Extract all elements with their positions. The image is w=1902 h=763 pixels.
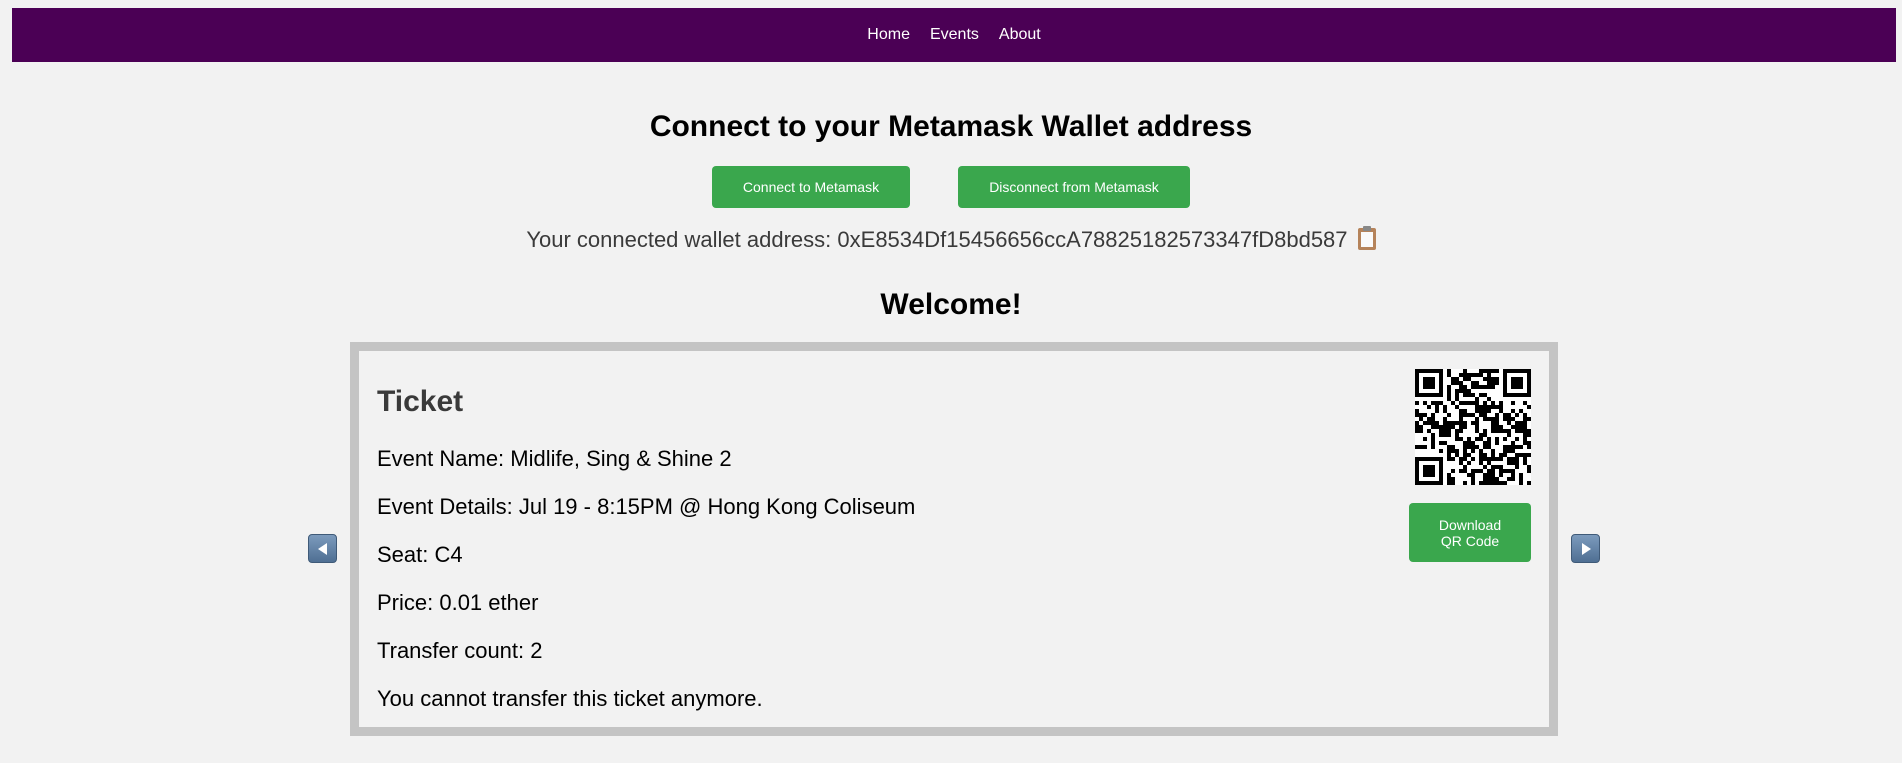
ticket-transfer-count: Transfer count: 2	[377, 638, 543, 663]
arrow-left-icon	[317, 542, 327, 555]
ticket-card: Ticket Event Name: Midlife, Sing & Shine…	[350, 342, 1558, 736]
ticket-event-name: Event Name: Midlife, Sing & Shine 2	[377, 446, 732, 471]
ticket-qr-code	[1415, 369, 1531, 485]
download-qr-button[interactable]: Download QR Code	[1409, 503, 1531, 562]
ticket-event-details: Event Details: Jul 19 - 8:15PM @ Hong Ko…	[377, 494, 916, 519]
wallet-address-value: 0xE8534Df15456656ccA78825182573347fD8bd5…	[837, 227, 1348, 252]
arrow-right-icon	[1581, 542, 1591, 555]
previous-ticket-button[interactable]	[308, 534, 337, 563]
download-qr-label-line2: QR Code	[1440, 532, 1500, 549]
wallet-address-line: Your connected wallet address: 0xE8534Df…	[0, 226, 1902, 253]
ticket-transfer-note: You cannot transfer this ticket anymore.	[377, 686, 763, 711]
nav-home-link[interactable]: Home	[867, 26, 910, 44]
top-navbar: Home Events About	[12, 8, 1896, 62]
next-ticket-button[interactable]	[1571, 534, 1600, 563]
welcome-heading: Welcome!	[880, 288, 1022, 321]
download-qr-label-line1: Download	[1438, 516, 1502, 533]
nav-about-link[interactable]: About	[999, 26, 1041, 44]
connect-metamask-button[interactable]: Connect to Metamask	[712, 166, 910, 208]
wallet-button-row: Connect to Metamask Disconnect from Meta…	[0, 166, 1902, 208]
clipboard-icon[interactable]	[1357, 226, 1376, 250]
ticket-seat: Seat: C4	[377, 542, 463, 567]
ticket-title: Ticket	[377, 385, 464, 418]
connect-title: Connect to your Metamask Wallet address	[649, 110, 1253, 143]
disconnect-metamask-button[interactable]: Disconnect from Metamask	[958, 166, 1190, 208]
ticket-price: Price: 0.01 ether	[377, 590, 539, 615]
nav-events-link[interactable]: Events	[930, 26, 979, 44]
wallet-address-prefix: Your connected wallet address:	[526, 227, 832, 252]
